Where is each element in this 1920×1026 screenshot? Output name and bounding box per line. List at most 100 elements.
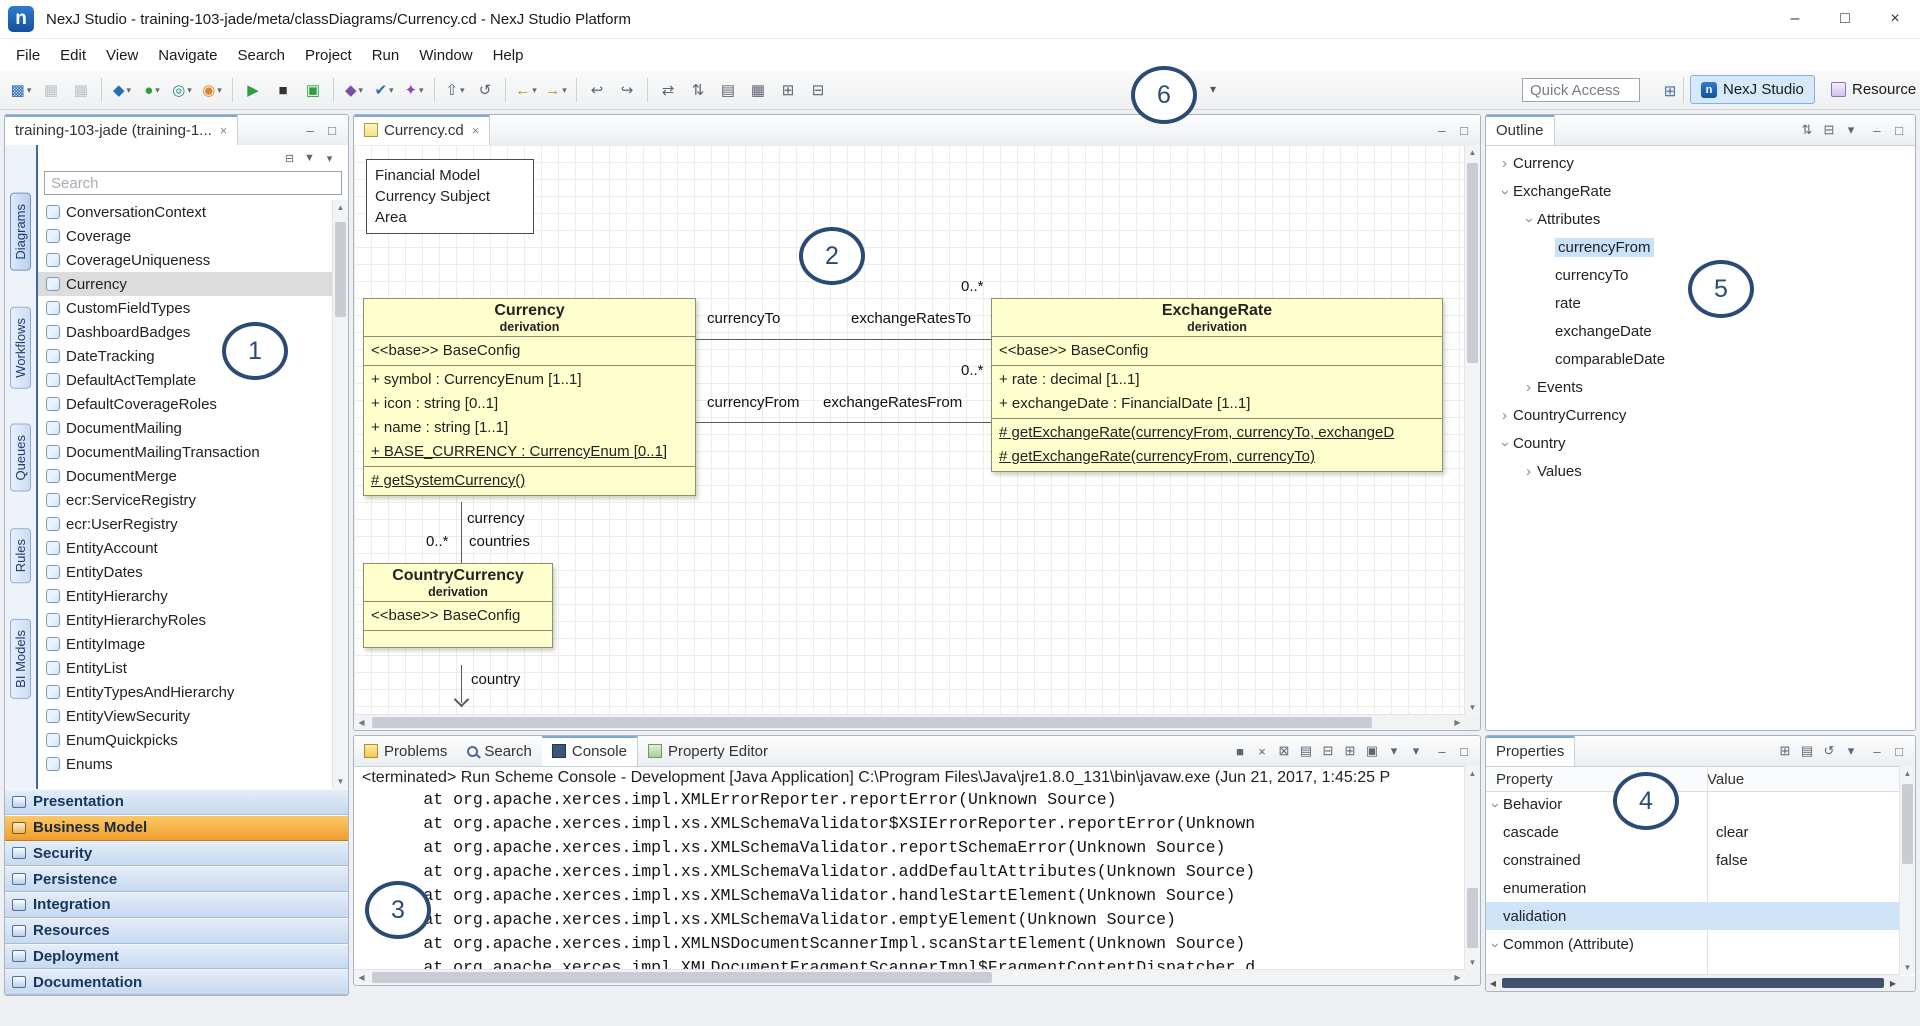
outline-node-exchangerate[interactable]: › ExchangeRate [1486, 177, 1915, 205]
console-horizontal-scrollbar[interactable]: ◀ ▶ [354, 969, 1465, 985]
separator[interactable] [647, 78, 648, 102]
tab-problems[interactable]: Problems [354, 736, 457, 766]
model-list-item[interactable]: DefaultCoverageRoles [38, 392, 348, 416]
editor-vertical-scrollbar[interactable]: ▲ ▼ [1464, 145, 1480, 715]
perspective-nexj-studio[interactable]: n NexJ Studio [1690, 75, 1815, 104]
scrollbar-thumb[interactable] [1902, 784, 1913, 864]
show-advanced-properties-icon[interactable]: ▤ [1797, 741, 1817, 761]
sort-icon[interactable]: ⇅ [1797, 120, 1817, 140]
explorer-scrollbar[interactable]: ▲ ▼ [332, 200, 348, 789]
model-list-item[interactable]: CoverageUniqueness [38, 248, 348, 272]
grid-view-icon[interactable]: ▦ [744, 77, 772, 103]
outline-node-currency[interactable]: › Currency [1486, 149, 1915, 177]
add-view-icon[interactable]: ⊞ [774, 77, 802, 103]
perspective-resource[interactable]: Resource [1821, 75, 1920, 104]
outline-node-values[interactable]: › Values [1486, 457, 1915, 485]
database-tools-icon[interactable]: ◎ [168, 77, 196, 103]
menu-navigate[interactable]: Navigate [148, 42, 227, 69]
section-persistence[interactable]: Persistence [5, 866, 348, 892]
section-deployment[interactable]: Deployment [5, 944, 348, 970]
open-perspective-icon[interactable]: ⊞ [1659, 80, 1681, 102]
display-selected-console-icon[interactable]: ▾ [1384, 741, 1404, 761]
filter-icon[interactable]: ▼ [301, 150, 318, 167]
section-presentation[interactable]: Presentation [5, 789, 348, 815]
vtab-workflows[interactable]: Workflows [10, 307, 31, 389]
menu-project[interactable]: Project [295, 42, 362, 69]
menu-view[interactable]: View [96, 42, 148, 69]
new-wizard-icon[interactable]: ▩ [7, 77, 35, 103]
tab-console[interactable]: Console [542, 736, 638, 766]
tab-search[interactable]: Search [457, 736, 542, 766]
model-report-icon[interactable]: ◆ [340, 77, 368, 103]
separator[interactable] [434, 78, 435, 102]
uml-attribute[interactable]: + exchangeDate : FinancialDate [1..1] [992, 392, 1442, 416]
separator[interactable] [101, 78, 102, 102]
model-list-item[interactable]: DashboardBadges [38, 320, 348, 344]
model-list-item[interactable]: ConversationContext [38, 200, 348, 224]
category-expand-chevron-icon[interactable]: › [1487, 796, 1504, 813]
outline-node-currencyfrom[interactable]: currencyFrom [1486, 233, 1915, 261]
clear-console-icon[interactable]: ▤ [1296, 741, 1316, 761]
model-list-item[interactable]: DocumentMerge [38, 464, 348, 488]
model-list-item[interactable]: Enums [38, 752, 348, 776]
minimize-view-icon[interactable]: – [1432, 120, 1452, 140]
model-list-item[interactable]: DefaultActTemplate [38, 368, 348, 392]
model-list-item[interactable]: DocumentMailing [38, 416, 348, 440]
window-minimize-button[interactable]: – [1770, 0, 1820, 38]
maximize-view-icon[interactable]: □ [1889, 120, 1909, 140]
view-menu-icon[interactable]: ▾ [1841, 120, 1861, 140]
model-list-item[interactable]: CustomFieldTypes [38, 296, 348, 320]
editor-horizontal-scrollbar[interactable]: ◀ ▶ [354, 714, 1465, 730]
model-list-item[interactable]: Currency [38, 272, 348, 296]
vtab-bi-models[interactable]: BI Models [10, 619, 31, 699]
section-documentation[interactable]: Documentation [5, 969, 348, 995]
tree-expand-chevron-icon[interactable]: › [1520, 463, 1537, 480]
tree-expand-chevron-icon[interactable]: › [1497, 435, 1514, 452]
outline-node-comparabledate[interactable]: comparableDate [1486, 345, 1915, 373]
minimize-view-icon[interactable]: – [1432, 741, 1452, 761]
window-close-button[interactable]: × [1870, 0, 1920, 38]
model-list-item[interactable]: EntityHierarchyRoles [38, 608, 348, 632]
remove-view-icon[interactable]: ⊟ [804, 77, 832, 103]
window-maximize-button[interactable]: □ [1820, 0, 1870, 38]
console-output[interactable]: at org.apache.xerces.impl.XMLErrorReport… [354, 788, 1465, 970]
section-security[interactable]: Security [5, 841, 348, 867]
outline-node-countrycurrency[interactable]: › CountryCurrency [1486, 401, 1915, 429]
outline-node-attributes[interactable]: › Attributes [1486, 205, 1915, 233]
section-business-model[interactable]: Business Model [5, 815, 348, 841]
upgrade-icon[interactable]: ⇧ [441, 77, 469, 103]
view-menu-icon[interactable]: ▾ [321, 150, 338, 167]
uml-attribute[interactable]: + rate : decimal [1..1] [992, 368, 1442, 392]
close-tab-icon[interactable]: × [472, 123, 480, 138]
terminate-icon[interactable]: ■ [269, 77, 297, 103]
console-vertical-scrollbar[interactable]: ▲ ▼ [1464, 766, 1480, 970]
outline-view-tab[interactable]: Outline [1486, 115, 1555, 145]
scrollbar-thumb[interactable] [1502, 978, 1884, 988]
table-view-icon[interactable]: ▤ [714, 77, 742, 103]
tree-expand-chevron-icon[interactable]: › [1497, 183, 1514, 200]
uml-operation[interactable]: # getSystemCurrency() [364, 469, 695, 493]
property-category-common-attribute[interactable]: › Common (Attribute) [1486, 930, 1900, 958]
forward-icon[interactable]: → [542, 77, 570, 103]
vtab-rules[interactable]: Rules [10, 528, 31, 583]
run-icon[interactable]: ▶ [239, 77, 267, 103]
tab-property-editor[interactable]: Property Editor [638, 736, 778, 766]
minimize-view-icon[interactable]: – [1867, 120, 1887, 140]
property-row-enumeration[interactable]: enumeration [1486, 874, 1900, 902]
remove-all-terminated-icon[interactable]: ⊠ [1274, 741, 1294, 761]
uml-class-exchange-rate[interactable]: ExchangeRate derivation <<base>> BaseCon… [991, 298, 1443, 472]
pin-console-icon[interactable]: ▣ [1362, 741, 1382, 761]
category-expand-chevron-icon[interactable]: › [1487, 936, 1504, 953]
model-list-item[interactable]: EntityList [38, 656, 348, 680]
refresh-icon[interactable]: ↺ [471, 77, 499, 103]
menu-edit[interactable]: Edit [50, 42, 96, 69]
properties-vertical-scrollbar[interactable]: ▲ ▼ [1899, 766, 1915, 975]
minimize-view-icon[interactable]: – [1867, 741, 1887, 761]
show-categories-icon[interactable]: ⊞ [1775, 741, 1795, 761]
new-metadata-element-icon[interactable]: ◆ [108, 77, 136, 103]
save-all-icon[interactable]: ▦ [67, 77, 95, 103]
separator[interactable] [232, 78, 233, 102]
vtab-queues[interactable]: Queues [10, 424, 31, 492]
uml-attribute[interactable]: + BASE_CURRENCY : CurrencyEnum [0..1] [364, 440, 695, 464]
menu-help[interactable]: Help [483, 42, 534, 69]
